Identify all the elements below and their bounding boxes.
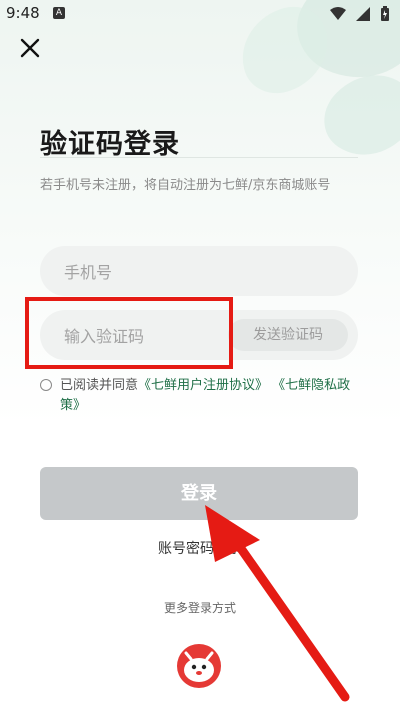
- battery-icon: [381, 6, 389, 21]
- notification-badge: A: [53, 7, 65, 19]
- page-title: 验证码登录: [40, 129, 180, 160]
- page-subtitle: 若手机号未注册，将自动注册为七鲜/京东商城账号: [40, 178, 331, 193]
- status-time: 9:48: [6, 4, 40, 22]
- agreement-prefix: 已阅读并同意: [60, 378, 139, 393]
- agreement-checkbox[interactable]: [40, 379, 52, 391]
- agreement-row: 已阅读并同意《七鲜用户注册协议》 《七鲜隐私政策》: [40, 376, 360, 416]
- close-icon: [20, 38, 40, 58]
- title-divider: [40, 157, 358, 158]
- password-login-link[interactable]: 账号密码登录: [0, 538, 400, 558]
- signal-icon: [356, 7, 370, 21]
- login-button[interactable]: 登录: [40, 467, 358, 520]
- more-login-methods-label: 更多登录方式: [163, 601, 236, 615]
- status-bar: 9:48 A: [0, 0, 400, 28]
- agreement-text: 已阅读并同意《七鲜用户注册协议》 《七鲜隐私政策》: [40, 376, 360, 416]
- wifi-icon: [330, 7, 346, 20]
- jd-mascot-icon[interactable]: [176, 643, 222, 689]
- highlight-box: [25, 297, 233, 369]
- phone-field[interactable]: [40, 246, 358, 298]
- send-code-button[interactable]: 发送验证码: [228, 319, 348, 351]
- user-agreement-link[interactable]: 《七鲜用户注册协议》: [138, 378, 268, 393]
- status-icons: [330, 6, 390, 22]
- phone-input[interactable]: [40, 246, 266, 298]
- close-button[interactable]: [16, 34, 44, 62]
